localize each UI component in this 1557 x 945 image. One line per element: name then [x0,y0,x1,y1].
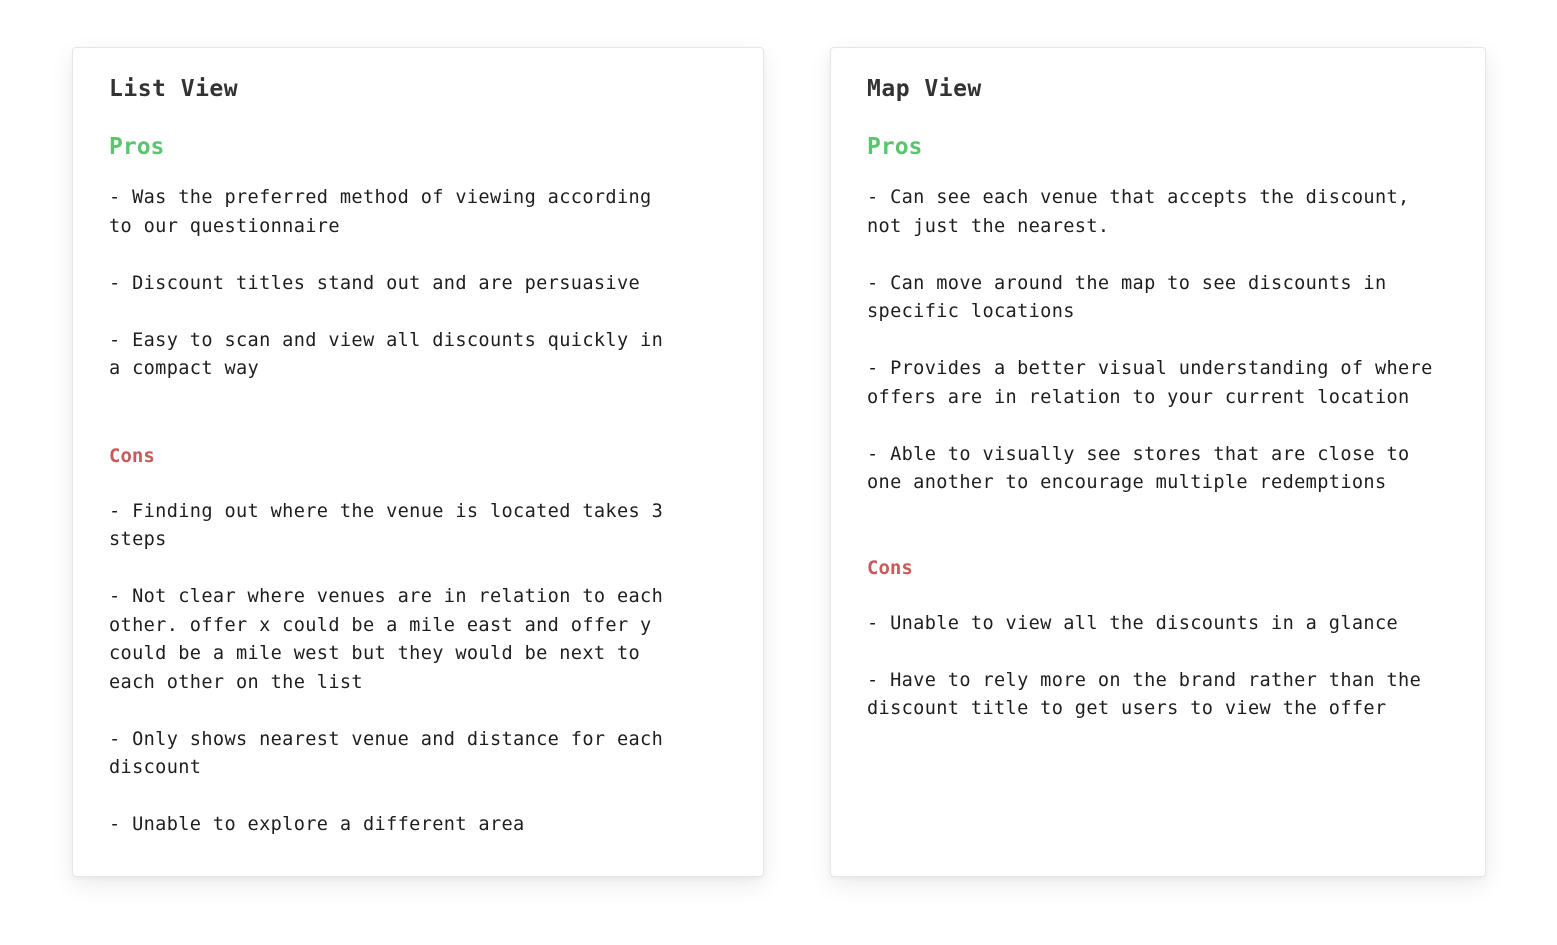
cons-item: - Have to rely more on the brand rather … [867,669,1422,720]
list-view-card: List View Pros - Was the preferred metho… [72,47,764,877]
pros-item: - Can move around the map to see discoun… [867,272,1387,323]
pros-list: - Can see each venue that accepts the di… [867,184,1449,498]
cons-item: - Unable to view all the discounts in a … [867,612,1399,634]
pros-item: - Easy to scan and view all discounts qu… [109,329,664,380]
pros-heading: Pros [109,134,165,160]
pros-item: - Can see each venue that accepts the di… [867,187,1410,237]
cons-item: - Not clear where venues are in relation… [109,586,664,693]
cons-list: - Unable to view all the discounts in a … [867,610,1449,724]
cons-item: - Finding out where the venue is located… [109,500,664,551]
card-title: List View [109,76,239,102]
pros-item: - Able to visually see stores that are c… [867,443,1410,494]
pros-heading: Pros [867,134,923,160]
cons-heading: Cons [867,556,913,579]
map-view-card: Map View Pros - Can see each venue that … [830,47,1486,877]
cons-item: - Unable to explore a different area [109,814,525,835]
cons-list: - Finding out where the venue is located… [109,498,727,840]
pros-item: - Discount titles stand out and are pers… [109,272,641,294]
pros-list: - Was the preferred method of viewing ac… [109,184,727,384]
cons-heading: Cons [109,444,155,467]
pros-item: - Provides a better visual understanding… [867,358,1433,408]
pros-item: - Was the preferred method of viewing ac… [109,187,652,237]
card-title: Map View [867,76,982,102]
cons-item: - Only shows nearest venue and distance … [109,728,664,779]
